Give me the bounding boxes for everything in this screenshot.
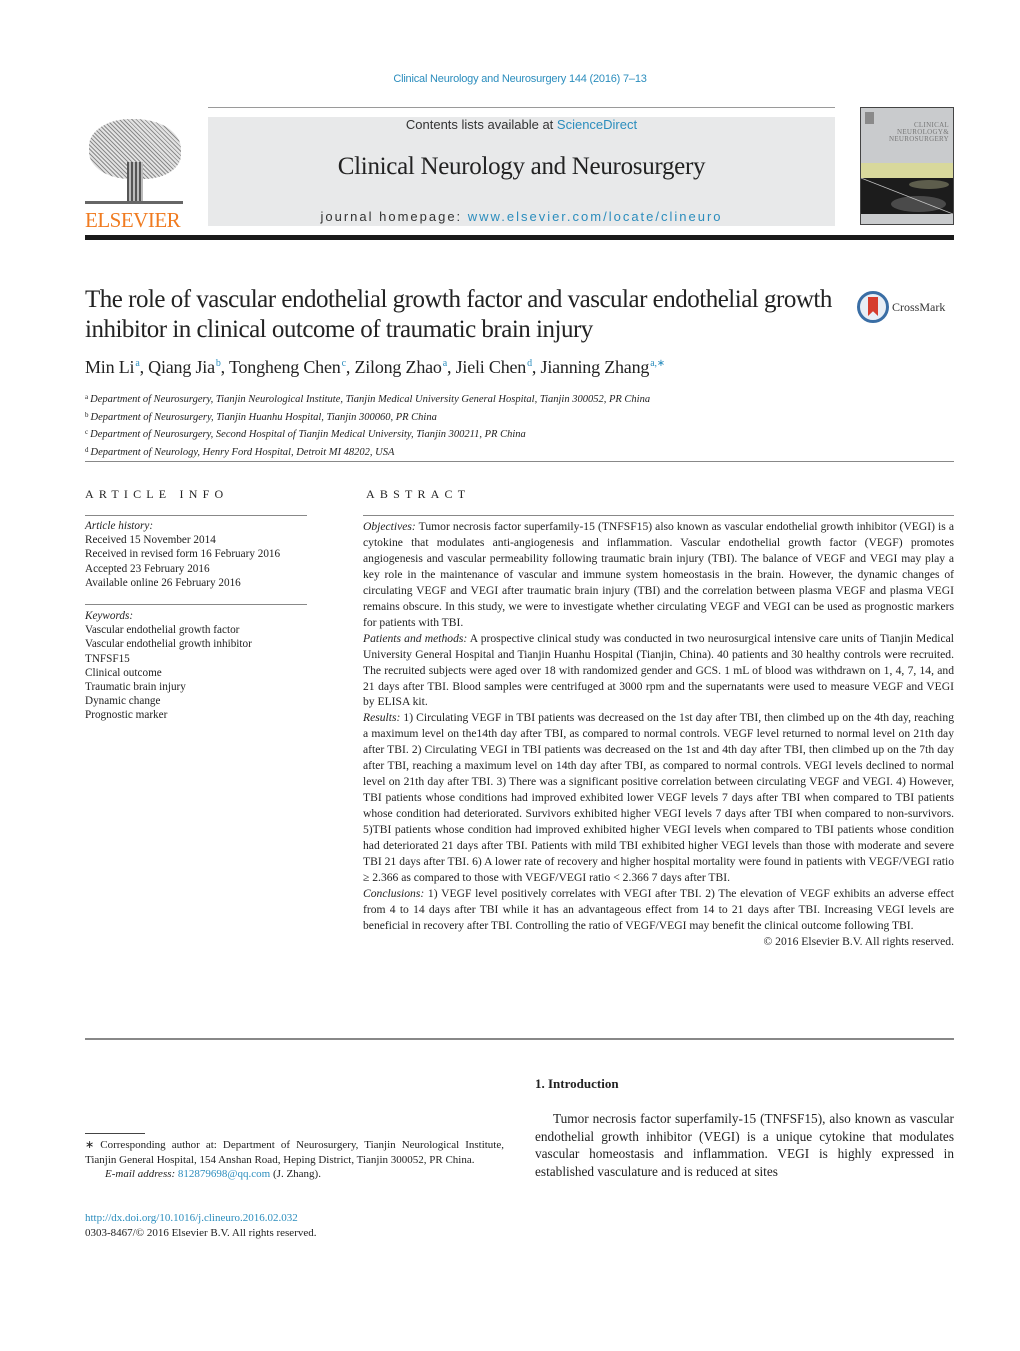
elsevier-logo[interactable]: ELSEVIER bbox=[85, 117, 185, 232]
sciencedirect-link[interactable]: ScienceDirect bbox=[557, 117, 637, 132]
article-history: Article history: Received 15 November 20… bbox=[85, 519, 325, 590]
journal-title: Clinical Neurology and Neurosurgery bbox=[337, 153, 706, 180]
history-item: Accepted 23 February 2016 bbox=[85, 562, 210, 575]
keyword: Traumatic brain injury bbox=[85, 681, 186, 694]
homepage-link[interactable]: www.elsevier.com/locate/clineuro bbox=[468, 209, 723, 224]
article-history-label: Article history: bbox=[85, 520, 154, 532]
abstract-methods: Patients and methods: A prospective clin… bbox=[363, 631, 955, 709]
cover-scan-image bbox=[861, 178, 953, 214]
keyword: Clinical outcome bbox=[85, 666, 162, 679]
introduction-body: Tumor necrosis factor superfamily-15 (TN… bbox=[535, 1110, 954, 1180]
keyword: TNFSF15 bbox=[85, 652, 130, 665]
header-divider bbox=[208, 107, 835, 108]
homepage-prefix: journal homepage: bbox=[320, 209, 468, 224]
email-link[interactable]: 812879698@qq.com bbox=[178, 1168, 270, 1180]
journal-banner: Contents lists available at ScienceDirec… bbox=[208, 117, 835, 226]
section-divider bbox=[85, 461, 954, 462]
abstract-end-divider bbox=[85, 1038, 954, 1040]
affiliation: a Department of Neurosurgery, Tianjin Neu… bbox=[85, 393, 651, 405]
keyword: Vascular endothelial growth factor bbox=[85, 624, 240, 637]
doi-link[interactable]: http://dx.doi.org/10.1016/j.clineuro.201… bbox=[85, 1212, 298, 1224]
history-item: Received 15 November 2014 bbox=[85, 534, 216, 547]
journal-citation-link[interactable]: Clinical Neurology and Neurosurgery 144 … bbox=[0, 73, 1020, 85]
doi-block: http://dx.doi.org/10.1016/j.clineuro.201… bbox=[85, 1211, 317, 1241]
abstract-heading: ABSTRACT bbox=[366, 487, 471, 501]
keyword: Dynamic change bbox=[85, 695, 161, 708]
author-list: Min Lia, Qiang Jiab, Tongheng Chenc, Zil… bbox=[85, 357, 666, 377]
article-title: The role of vascular endothelial growth … bbox=[85, 286, 832, 343]
abstract-results: Results: 1) Circulating VEGF in TBI pati… bbox=[363, 711, 954, 884]
author[interactable]: Tongheng Chenc bbox=[229, 357, 346, 377]
issn-rights: 0303-8467/© 2016 Elsevier B.V. All right… bbox=[85, 1227, 317, 1239]
affiliation: d Department of Neurology, Henry Ford Hos… bbox=[85, 445, 395, 458]
author[interactable]: Jianning Zhanga,∗ bbox=[541, 357, 666, 377]
cover-color-band bbox=[861, 163, 953, 178]
author[interactable]: Qiang Jiab bbox=[148, 357, 221, 377]
journal-homepage: journal homepage: www.elsevier.com/locat… bbox=[208, 209, 835, 224]
footnote-divider bbox=[85, 1133, 145, 1134]
article-info-divider bbox=[85, 515, 307, 516]
history-item: Received in revised form 16 February 201… bbox=[85, 548, 281, 561]
abstract-body: Objectives: Tumor necrosis factor superf… bbox=[363, 519, 954, 950]
keyword: Prognostic marker bbox=[85, 709, 168, 722]
crossmark-icon bbox=[857, 291, 889, 323]
introduction-heading: 1. Introduction bbox=[535, 1076, 619, 1091]
abstract-divider bbox=[363, 515, 954, 516]
journal-cover-thumbnail[interactable]: CLINICAL NEUROLOGY& NEUROSURGERY bbox=[860, 107, 954, 225]
author[interactable]: Min Lia bbox=[85, 357, 140, 377]
keyword: Vascular endothelial growth inhibitor bbox=[85, 638, 252, 651]
abstract-objectives: Objectives: Tumor necrosis factor superf… bbox=[363, 520, 954, 629]
abstract-copyright: © 2016 Elsevier B.V. All rights reserved… bbox=[763, 934, 954, 948]
affiliations: a Department of Neurosurgery, Tianjin Neu… bbox=[85, 390, 650, 460]
affiliation: c Department of Neurosurgery, Second Hosp… bbox=[85, 428, 526, 440]
author[interactable]: Zilong Zhaoa bbox=[354, 357, 447, 377]
article-info-heading: ARTICLE INFO bbox=[85, 487, 229, 501]
contents-availability: Contents lists available at ScienceDirec… bbox=[208, 117, 835, 132]
keywords: Keywords: Vascular endothelial growth fa… bbox=[85, 609, 325, 723]
crossmark-button[interactable]: CrossMark bbox=[857, 291, 945, 323]
keywords-label: Keywords: bbox=[85, 610, 134, 622]
corresponding-author-footnote: ∗ Corresponding author at: Department of… bbox=[85, 1138, 504, 1182]
email-line: E-mail address: 812879698@qq.com (J. Zha… bbox=[105, 1168, 321, 1180]
cover-title: CLINICAL NEUROLOGY& NEUROSURGERY bbox=[889, 121, 949, 143]
crossmark-label: CrossMark bbox=[892, 299, 946, 314]
author[interactable]: Jieli Chend bbox=[456, 357, 533, 377]
cover-publisher-emblem bbox=[865, 112, 874, 124]
elsevier-wordmark: ELSEVIER bbox=[85, 208, 181, 232]
keywords-divider bbox=[85, 604, 307, 605]
history-item: Available online 26 February 2016 bbox=[85, 576, 241, 589]
header-thick-divider bbox=[85, 235, 954, 240]
abstract-conclusions: Conclusions: 1) VEGF level positively co… bbox=[363, 886, 954, 932]
introduction-paragraph: Tumor necrosis factor superfamily-15 (TN… bbox=[535, 1111, 954, 1179]
contents-prefix: Contents lists available at bbox=[405, 117, 557, 132]
affiliation: b Department of Neurosurgery, Tianjin Hua… bbox=[85, 410, 437, 423]
corresponding-author-text: ∗ Corresponding author at: Department of… bbox=[85, 1139, 504, 1166]
elsevier-tree-icon bbox=[85, 117, 185, 207]
